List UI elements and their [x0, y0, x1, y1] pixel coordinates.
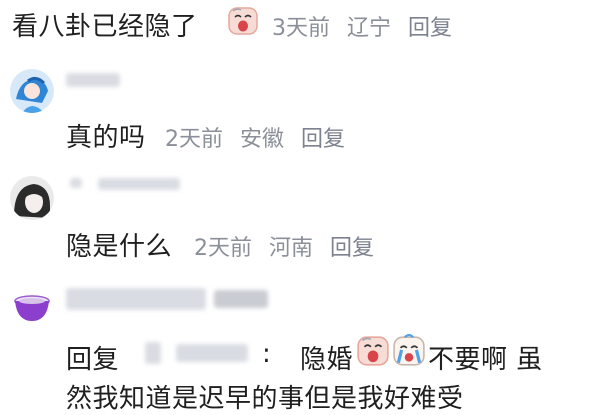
dark-hair-avatar-icon	[10, 176, 54, 220]
avatar[interactable]	[10, 176, 54, 220]
comment-meta: 2天前 安徽 回复	[165, 121, 355, 153]
comment-text: 真的吗	[66, 123, 146, 153]
avatar[interactable]	[10, 69, 54, 113]
reply-prefix: 回复	[66, 345, 120, 375]
comment-location: 河南	[269, 236, 314, 261]
username-redacted	[66, 288, 206, 310]
comment-time: 2天前	[194, 236, 252, 261]
mention-redacted	[145, 342, 161, 364]
comment-location: 安徽	[240, 127, 285, 152]
reply-colon: :	[262, 339, 272, 369]
username-redacted	[214, 290, 268, 308]
comment-text: 看八卦已经隐了	[12, 12, 198, 42]
comment-time: 2天前	[165, 127, 223, 152]
reply-button[interactable]: 回复	[330, 236, 374, 261]
username-redacted	[98, 178, 180, 190]
comment-text: 不要啊 虽	[428, 345, 543, 375]
reply-button[interactable]: 回复	[408, 16, 452, 41]
crying-tears-icon	[393, 334, 425, 366]
blue-girl-avatar-icon	[10, 69, 54, 113]
avatar[interactable]	[12, 290, 52, 324]
comment-time: 3天前	[272, 16, 330, 41]
comment-location: 辽宁	[347, 16, 392, 41]
reply-button[interactable]: 回复	[301, 127, 345, 152]
comment-text: 然我知道是迟早的事但是我好难受	[66, 384, 464, 414]
username-redacted	[70, 178, 82, 188]
comment-meta: 2天前 河南 回复	[194, 230, 384, 262]
comment-text: 隐婚	[300, 345, 354, 375]
comment-text: 隐是什么	[66, 232, 173, 262]
username-redacted	[66, 73, 120, 87]
comment-meta: 3天前 辽宁 回复	[272, 10, 462, 42]
mention-redacted	[176, 344, 248, 362]
crying-face-icon	[228, 7, 258, 35]
crying-face-icon	[357, 336, 389, 366]
purple-bowl-avatar-icon	[14, 295, 50, 321]
